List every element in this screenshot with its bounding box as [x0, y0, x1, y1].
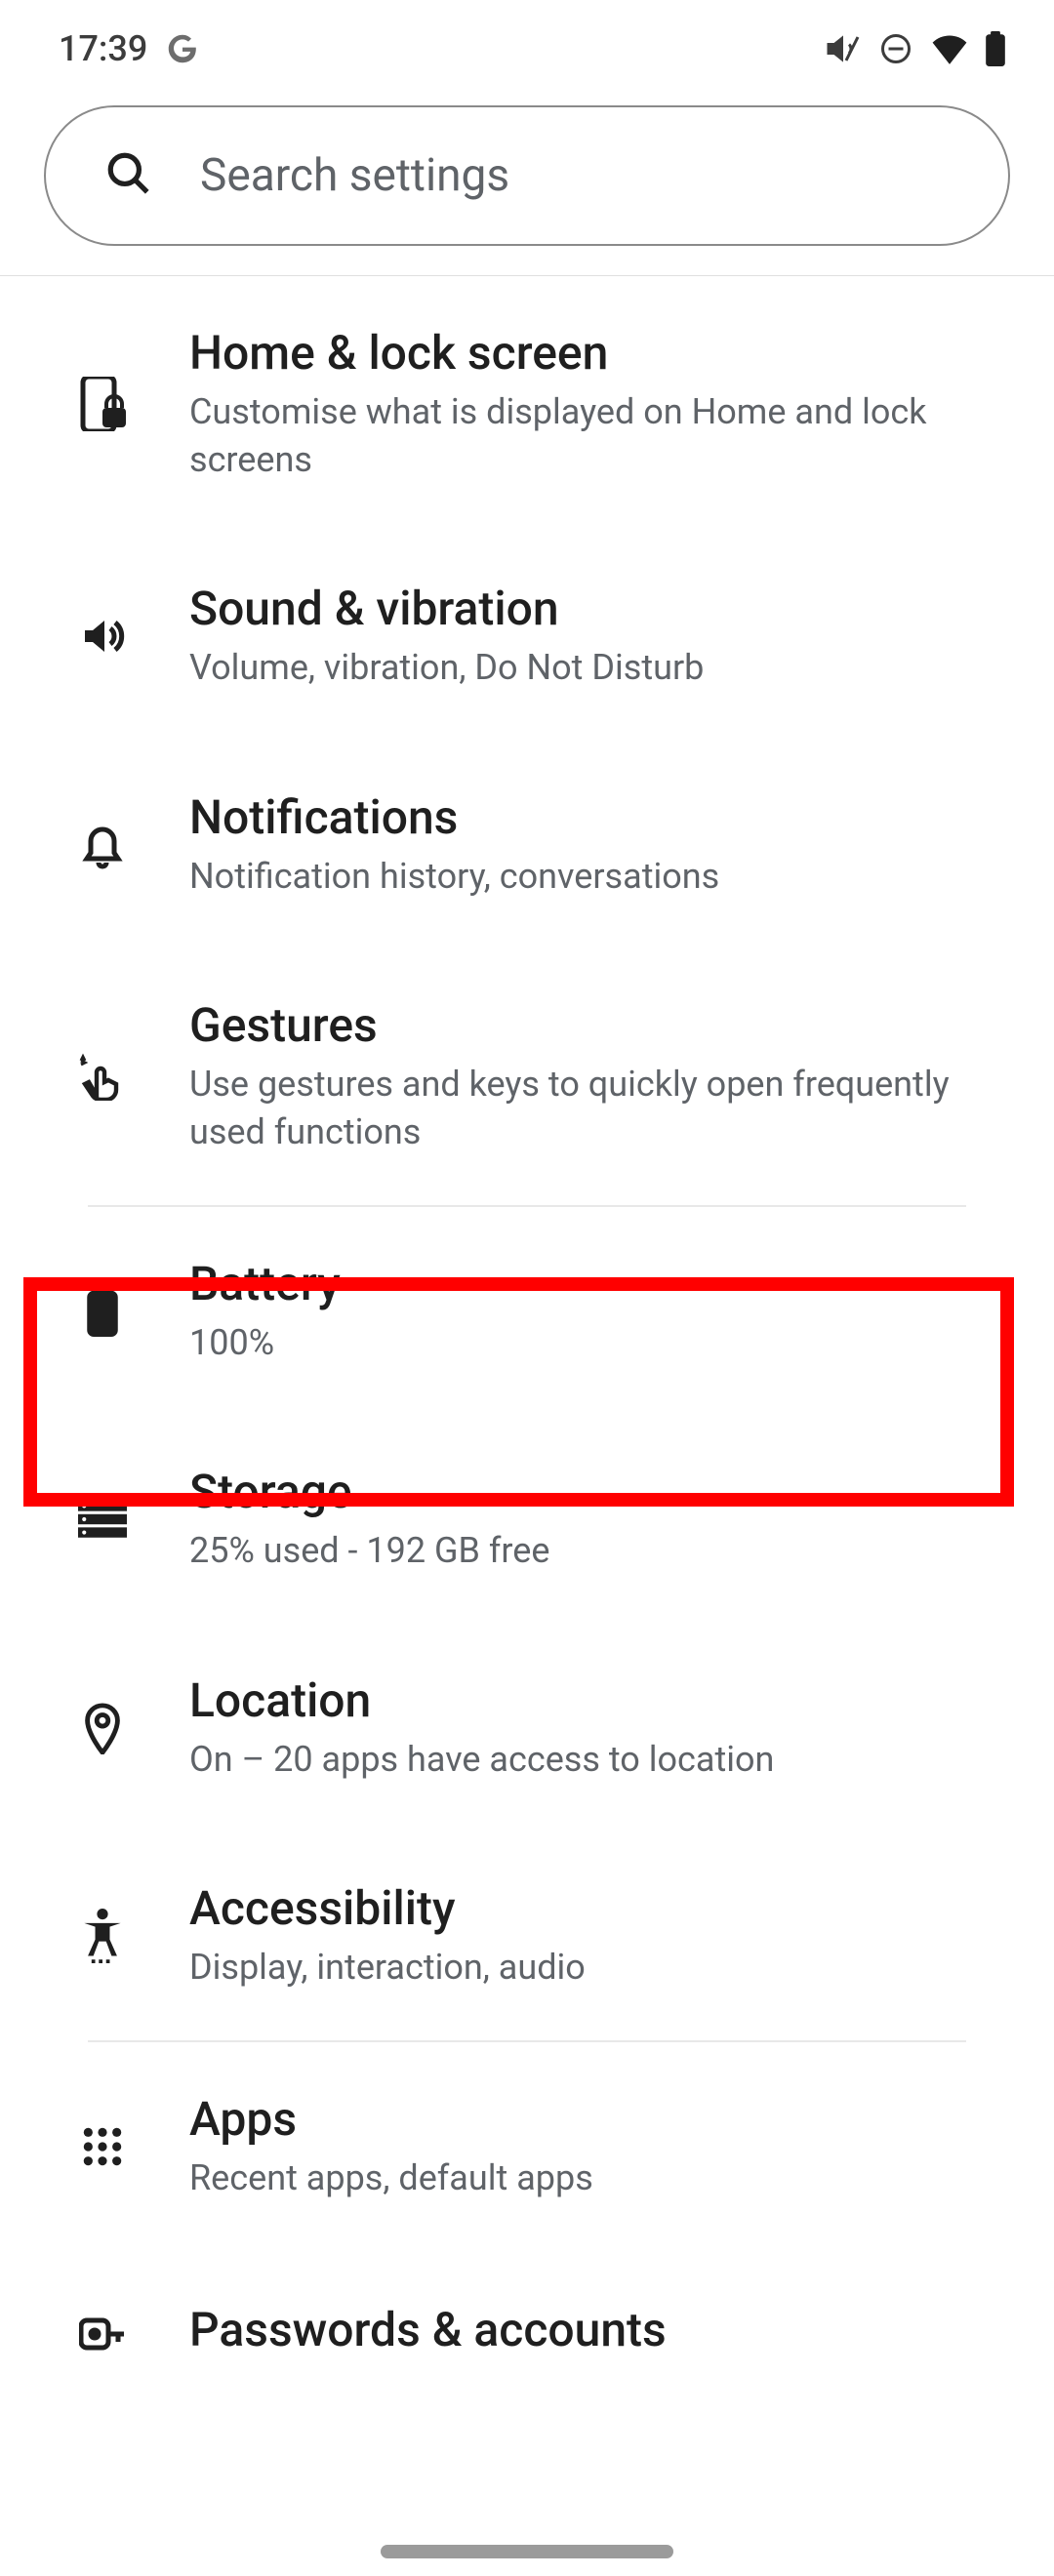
row-location[interactable]: Location On – 20 apps have access to loc…: [0, 1624, 1054, 1832]
search-placeholder: Search settings: [200, 149, 509, 202]
row-title: Sound & vibration: [189, 581, 1005, 636]
row-accessibility[interactable]: Accessibility Display, interaction, audi…: [0, 1831, 1054, 2040]
location-icon: [68, 1702, 137, 1754]
row-title: Apps: [189, 2091, 1005, 2147]
storage-icon: [68, 1500, 137, 1539]
row-sub: Recent apps, default apps: [189, 2154, 1005, 2202]
row-title: Storage: [189, 1464, 1005, 1519]
search-wrap: Search settings: [0, 88, 1054, 276]
google-icon: [165, 31, 200, 66]
apps-icon: [68, 2125, 137, 2168]
row-title: Location: [189, 1672, 1005, 1728]
row-sub: 100%: [189, 1319, 1005, 1367]
row-title: Home & lock screen: [189, 325, 1005, 381]
status-left: 17:39: [59, 28, 200, 69]
gesture-icon: [68, 1052, 137, 1101]
row-battery[interactable]: Battery 100%: [0, 1207, 1054, 1416]
settings-list: Home & lock screen Customise what is dis…: [0, 276, 1054, 2368]
row-sub: Display, interaction, audio: [189, 1944, 1005, 1992]
row-notifications[interactable]: Notifications Notification history, conv…: [0, 741, 1054, 949]
row-home-lock[interactable]: Home & lock screen Customise what is dis…: [0, 276, 1054, 532]
nav-handle[interactable]: [381, 2545, 673, 2558]
row-title: Accessibility: [189, 1880, 1005, 1936]
phone-lock-icon: [68, 377, 137, 431]
row-title: Battery: [189, 1256, 1005, 1311]
dnd-icon: [878, 31, 913, 66]
row-sound[interactable]: Sound & vibration Volume, vibration, Do …: [0, 532, 1054, 741]
row-apps[interactable]: Apps Recent apps, default apps: [0, 2042, 1054, 2251]
row-passwords[interactable]: Passwords & accounts: [0, 2251, 1054, 2368]
bell-icon: [68, 820, 137, 870]
status-time: 17:39: [59, 28, 147, 69]
accessibility-icon: [68, 1909, 137, 1963]
key-icon: [68, 2313, 137, 2355]
status-right: [826, 31, 1005, 66]
row-sub: Volume, vibration, Do Not Disturb: [189, 644, 1005, 692]
wifi-icon: [931, 33, 968, 64]
row-sub: 25% used - 192 GB free: [189, 1527, 1005, 1575]
row-title: Gestures: [189, 997, 1005, 1053]
row-storage[interactable]: Storage 25% used - 192 GB free: [0, 1415, 1054, 1624]
status-bar: 17:39: [0, 0, 1054, 88]
row-title: Notifications: [189, 789, 1005, 845]
battery-status-icon: [986, 31, 1005, 66]
search-icon: [104, 149, 153, 202]
row-sub: On – 20 apps have access to location: [189, 1736, 1005, 1784]
volume-icon: [68, 613, 137, 660]
row-sub: Notification history, conversations: [189, 853, 1005, 901]
row-gestures[interactable]: Gestures Use gestures and keys to quickl…: [0, 948, 1054, 1204]
search-input[interactable]: Search settings: [44, 105, 1010, 246]
mute-icon: [826, 31, 861, 66]
row-sub: Use gestures and keys to quickly open fr…: [189, 1061, 1005, 1155]
row-sub: Customise what is displayed on Home and …: [189, 388, 1005, 483]
row-title: Passwords & accounts: [189, 2302, 1005, 2357]
battery-icon: [68, 1284, 137, 1337]
